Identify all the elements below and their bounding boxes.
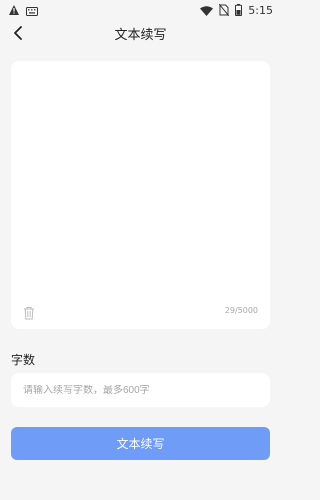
length-label: 字数	[11, 353, 36, 367]
status-bar: 5:15	[0, 0, 281, 20]
back-icon[interactable]	[8, 23, 28, 43]
battery-icon	[235, 1, 243, 20]
text-editor[interactable]	[11, 61, 270, 301]
warning-icon	[8, 1, 20, 20]
trash-icon[interactable]	[22, 305, 36, 320]
length-input[interactable]	[11, 384, 270, 396]
keyboard-icon	[26, 1, 38, 20]
wifi-icon	[200, 1, 214, 20]
status-left-icons	[8, 1, 38, 20]
length-input-wrapper	[11, 373, 270, 407]
char-counter: 29/5000	[224, 306, 258, 315]
editor-card: 29/5000	[11, 61, 270, 329]
continue-writing-button[interactable]: 文本续写	[11, 427, 270, 460]
no-sim-icon	[218, 1, 230, 20]
header: 文本续写	[0, 20, 281, 46]
status-time: 5:15	[248, 3, 273, 17]
page-title: 文本续写	[114, 27, 167, 43]
status-right-icons: 5:15	[200, 1, 273, 20]
